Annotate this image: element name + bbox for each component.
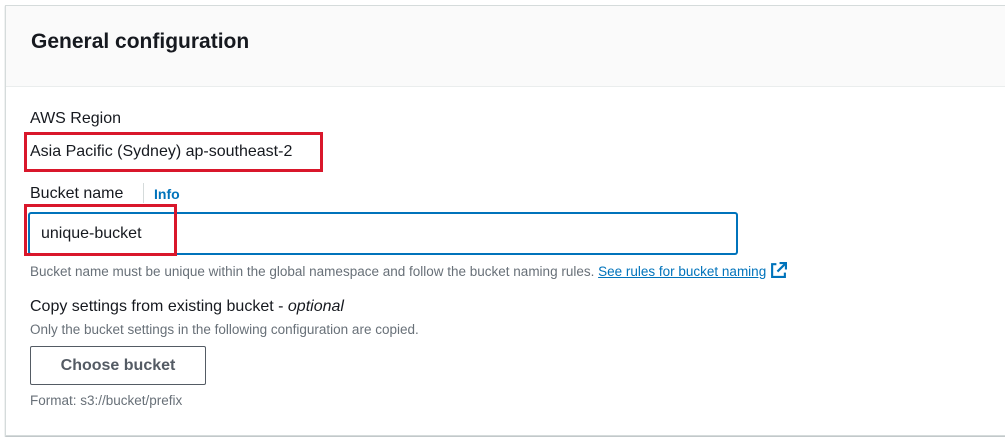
- bucket-naming-rules-link-label: See rules for bucket naming: [598, 264, 767, 279]
- bucket-name-label: Bucket name: [30, 185, 124, 202]
- bucket-name-help-description: Bucket name must be unique within the gl…: [30, 264, 595, 279]
- panel-header: General configuration: [6, 6, 1005, 87]
- choose-bucket-button[interactable]: Choose bucket: [30, 346, 206, 385]
- optional-label: optional: [287, 298, 344, 315]
- bucket-name-input[interactable]: [29, 213, 737, 254]
- copy-settings-description: Only the bucket settings in the followin…: [30, 322, 419, 337]
- bucket-name-help-text: Bucket name must be unique within the gl…: [30, 262, 788, 282]
- panel-title: General configuration: [31, 30, 250, 53]
- info-link[interactable]: Info: [154, 186, 180, 202]
- bucket-naming-rules-link[interactable]: See rules for bucket naming: [598, 264, 766, 279]
- info-separator: [143, 183, 144, 203]
- copy-settings-label-text: Copy settings from existing bucket -: [30, 298, 288, 315]
- aws-region-label: AWS Region: [30, 110, 121, 127]
- aws-region-value: Asia Pacific (Sydney) ap-southeast-2: [30, 143, 293, 160]
- external-link-icon[interactable]: [770, 262, 788, 282]
- copy-settings-label: Copy settings from existing bucket - opt…: [30, 298, 344, 316]
- format-hint: Format: s3://bucket/prefix: [30, 393, 183, 408]
